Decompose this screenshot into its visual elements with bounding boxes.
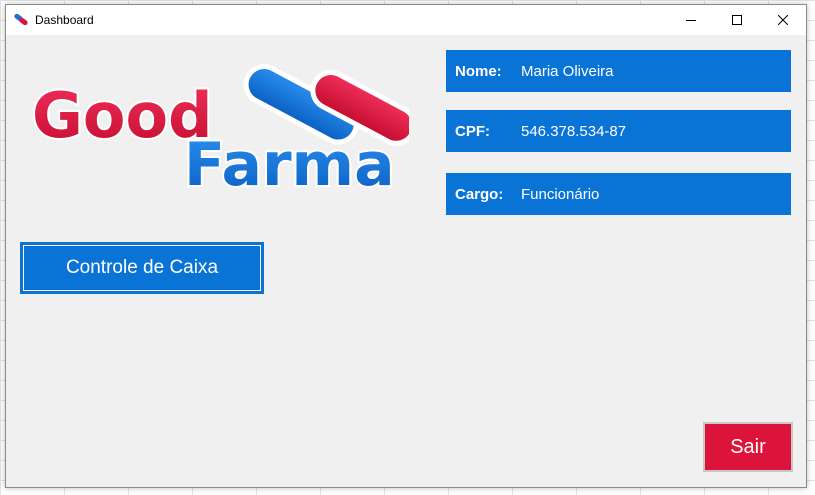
maximize-icon: [732, 15, 742, 25]
good-farma-logo: Good Farma: [30, 64, 409, 195]
pill-app-icon: [14, 13, 28, 26]
logo-word-farma: Farma: [184, 130, 395, 195]
cpf-info-box: CPF: 546.378.534-87: [446, 110, 791, 152]
client-area: Good Farma Nome: Maria Oliveira CPF: 546…: [6, 35, 806, 487]
minimize-button[interactable]: [668, 5, 714, 35]
title-bar[interactable]: Dashboard: [6, 5, 806, 35]
name-info-box: Nome: Maria Oliveira: [446, 50, 791, 92]
close-icon: [778, 15, 788, 25]
minimize-icon: [686, 20, 696, 21]
role-info-box: Cargo: Funcionário: [446, 173, 791, 215]
cash-control-button[interactable]: Controle de Caixa: [20, 242, 264, 294]
cpf-label: CPF:: [455, 122, 490, 140]
maximize-button[interactable]: [714, 5, 760, 35]
close-button[interactable]: [760, 5, 806, 35]
exit-button[interactable]: Sair: [703, 422, 793, 472]
cpf-value: 546.378.534-87: [521, 122, 627, 140]
name-label: Nome:: [455, 62, 502, 80]
window-title: Dashboard: [35, 13, 94, 27]
dashboard-window: Dashboard Good Farma Nome: Maria Oliveir…: [5, 4, 807, 488]
window-controls: [668, 5, 806, 35]
name-value: Maria Oliveira: [521, 62, 614, 80]
role-value: Funcionário: [521, 185, 600, 203]
role-label: Cargo:: [455, 185, 504, 203]
